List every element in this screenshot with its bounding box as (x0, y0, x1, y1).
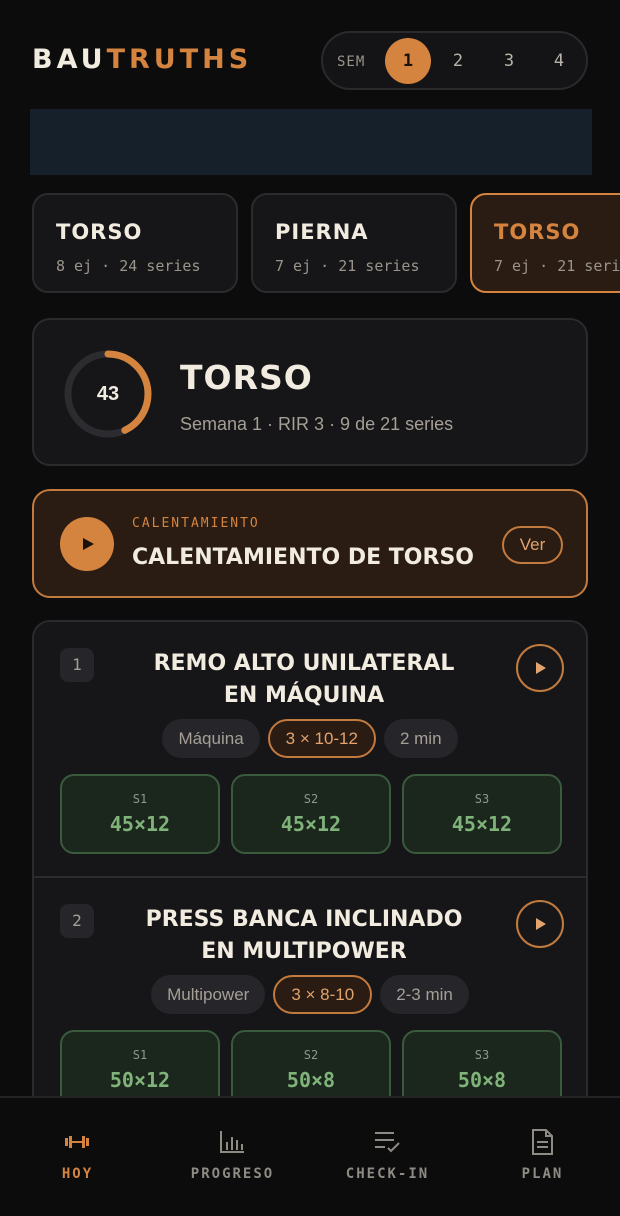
session-subtitle: Semana 1 · RIR 3 · 9 de 21 series (180, 414, 454, 434)
day-tabs: TORSO 8 ej · 24 series PIERNA 7 ej · 21 … (0, 193, 620, 293)
exercise-list: 1 REMO ALTO UNILATERAL EN MÁQUINA Máquin… (32, 620, 588, 1120)
bottom-nav: HOY PROGRESO CHECK-IN PLAN (0, 1096, 620, 1216)
logo-text-primary: BAU (32, 44, 107, 75)
week-3-button[interactable]: 3 (486, 38, 532, 84)
warmup-play-icon[interactable] (60, 517, 114, 571)
nav-item-plan[interactable]: PLAN (465, 1098, 620, 1216)
exercise-item: 1 REMO ALTO UNILATERAL EN MÁQUINA Máquin… (34, 622, 586, 876)
warmup-view-button[interactable]: Ver (502, 526, 563, 564)
nav-item-hoy[interactable]: HOY (0, 1098, 155, 1216)
day-tab-name: PIERNA (275, 220, 369, 244)
set-button[interactable]: S3 45×12 (402, 774, 562, 854)
week-selector: SEM 1 2 3 4 (321, 31, 588, 90)
nav-label: PLAN (521, 1166, 564, 1182)
set-value: 50×8 (457, 1068, 507, 1092)
set-label: S3 (474, 1048, 490, 1062)
app-logo: BAUTRUTHS (32, 44, 252, 75)
day-tab-name: TORSO (494, 220, 581, 244)
document-icon (532, 1129, 553, 1155)
set-label: S3 (474, 792, 490, 806)
set-list: S1 45×12 S2 45×12 S3 45×12 (60, 774, 562, 854)
rest-tag: 2-3 min (380, 975, 469, 1014)
set-label: S1 (132, 792, 148, 806)
nav-item-check-in[interactable]: CHECK-IN (310, 1098, 465, 1216)
nav-label: HOY (61, 1166, 94, 1182)
exercise-number: 1 (60, 648, 94, 682)
day-tab-summary: 7 ej · 21 series (275, 257, 420, 275)
week-selector-label: SEM (337, 54, 366, 70)
day-tab-torso-2[interactable]: TORSO 7 ej · 21 series (470, 193, 620, 293)
exercise-play-icon[interactable] (516, 900, 564, 948)
sets-reps-tag: 3 × 10-12 (267, 719, 376, 758)
exercise-tags: Multipower 3 × 8-10 2-3 min (34, 975, 586, 1014)
bar-chart-icon (220, 1131, 244, 1153)
exercise-play-icon[interactable] (516, 644, 564, 692)
nav-item-progreso[interactable]: PROGRESO (155, 1098, 310, 1216)
sets-reps-tag: 3 × 8-10 (273, 975, 373, 1014)
banner-placeholder (30, 109, 592, 175)
set-label: S2 (303, 792, 319, 806)
set-value: 50×8 (286, 1068, 336, 1092)
nav-label: CHECK-IN (345, 1166, 430, 1182)
session-summary-card: 43 TORSO Semana 1 · RIR 3 · 9 de 21 seri… (32, 318, 588, 466)
exercise-number: 2 (60, 904, 94, 938)
day-tab-pierna[interactable]: PIERNA 7 ej · 21 series (251, 193, 457, 293)
set-value: 45×12 (280, 812, 342, 836)
exercise-name: REMO ALTO UNILATERAL EN MÁQUINA (153, 651, 455, 708)
week-4-button[interactable]: 4 (536, 38, 582, 84)
set-button[interactable]: S2 45×12 (231, 774, 391, 854)
exercise-name: PRESS BANCA INCLINADO EN MULTIPOWER (145, 907, 463, 964)
rest-tag: 2 min (383, 719, 458, 758)
set-value: 50×12 (109, 1068, 171, 1092)
equipment-tag: Multipower (151, 975, 266, 1014)
exercise-tags: Máquina 3 × 10-12 2 min (34, 719, 586, 758)
exercise-item: 2 PRESS BANCA INCLINADO EN MULTIPOWER Mu… (34, 876, 586, 1118)
set-button[interactable]: S1 45×12 (60, 774, 220, 854)
set-label: S2 (303, 1048, 319, 1062)
day-tab-name: TORSO (56, 220, 143, 244)
session-title: TORSO (180, 358, 313, 397)
checklist-icon (375, 1132, 400, 1153)
set-label: S1 (132, 1048, 148, 1062)
warmup-kicker: CALENTAMIENTO (132, 516, 260, 531)
week-2-button[interactable]: 2 (435, 38, 481, 84)
warmup-card[interactable]: CALENTAMIENTO CALENTAMIENTO DE TORSO Ver (32, 489, 588, 598)
dumbbell-icon (65, 1136, 89, 1148)
equipment-tag: Máquina (162, 719, 260, 758)
progress-value: 43 (96, 383, 120, 405)
warmup-title: CALENTAMIENTO DE TORSO (132, 545, 474, 570)
day-tab-summary: 8 ej · 24 series (56, 257, 201, 275)
logo-text-accent: TRUTHS (106, 44, 253, 75)
set-value: 45×12 (109, 812, 171, 836)
week-1-button[interactable]: 1 (385, 38, 431, 84)
day-tab-summary: 7 ej · 21 series (494, 257, 620, 275)
app-header: BAUTRUTHS SEM 1 2 3 4 (0, 0, 620, 110)
set-value: 45×12 (451, 812, 513, 836)
nav-label: PROGRESO (190, 1166, 275, 1182)
day-tab-torso-1[interactable]: TORSO 8 ej · 24 series (32, 193, 238, 293)
